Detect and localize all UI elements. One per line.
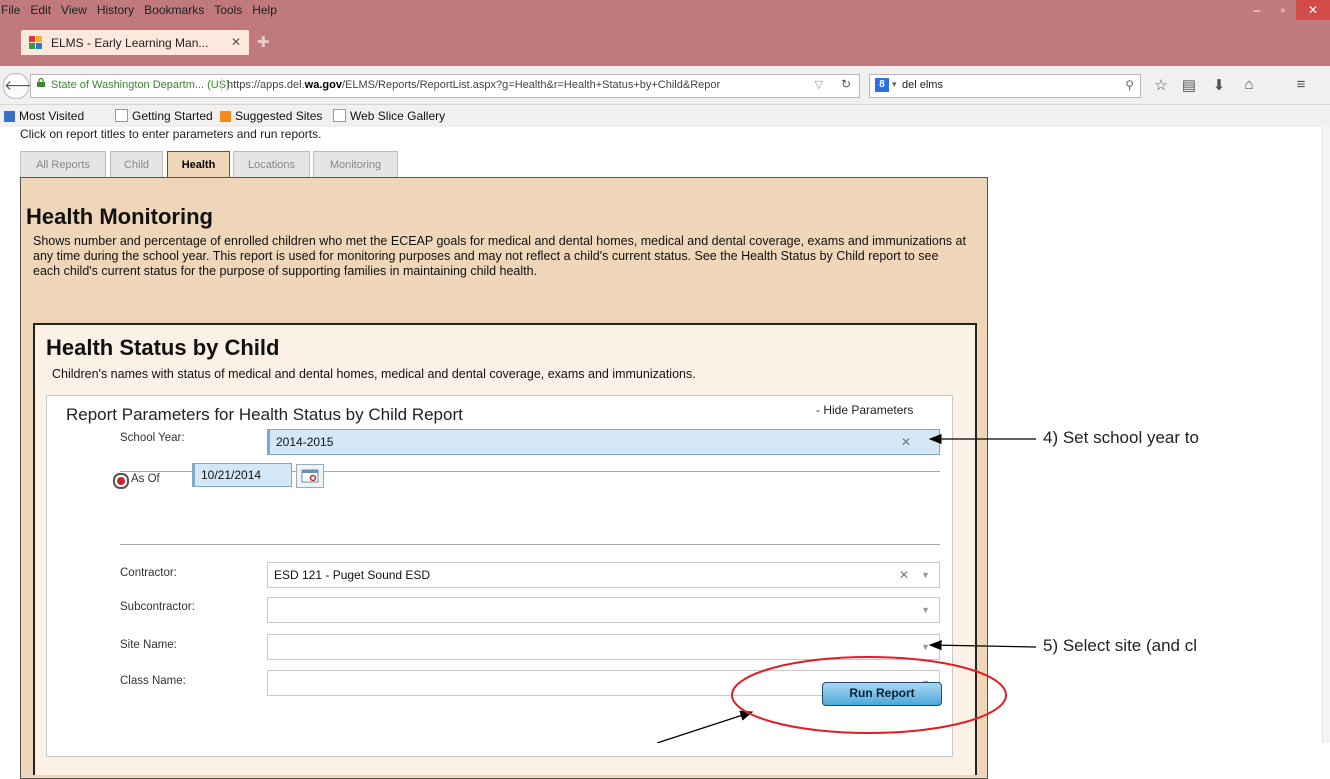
annotation-step-5: 5) Select site (and cl — [1043, 636, 1198, 655]
annotation-step-4: 4) Set school year to — [1043, 428, 1199, 447]
page-scrollbar[interactable] — [1322, 127, 1330, 743]
annotation-arrow — [656, 710, 754, 743]
annotation-arrow — [928, 640, 1037, 651]
highlight-ellipse — [731, 656, 1007, 734]
annotation-overlay — [656, 433, 1037, 743]
